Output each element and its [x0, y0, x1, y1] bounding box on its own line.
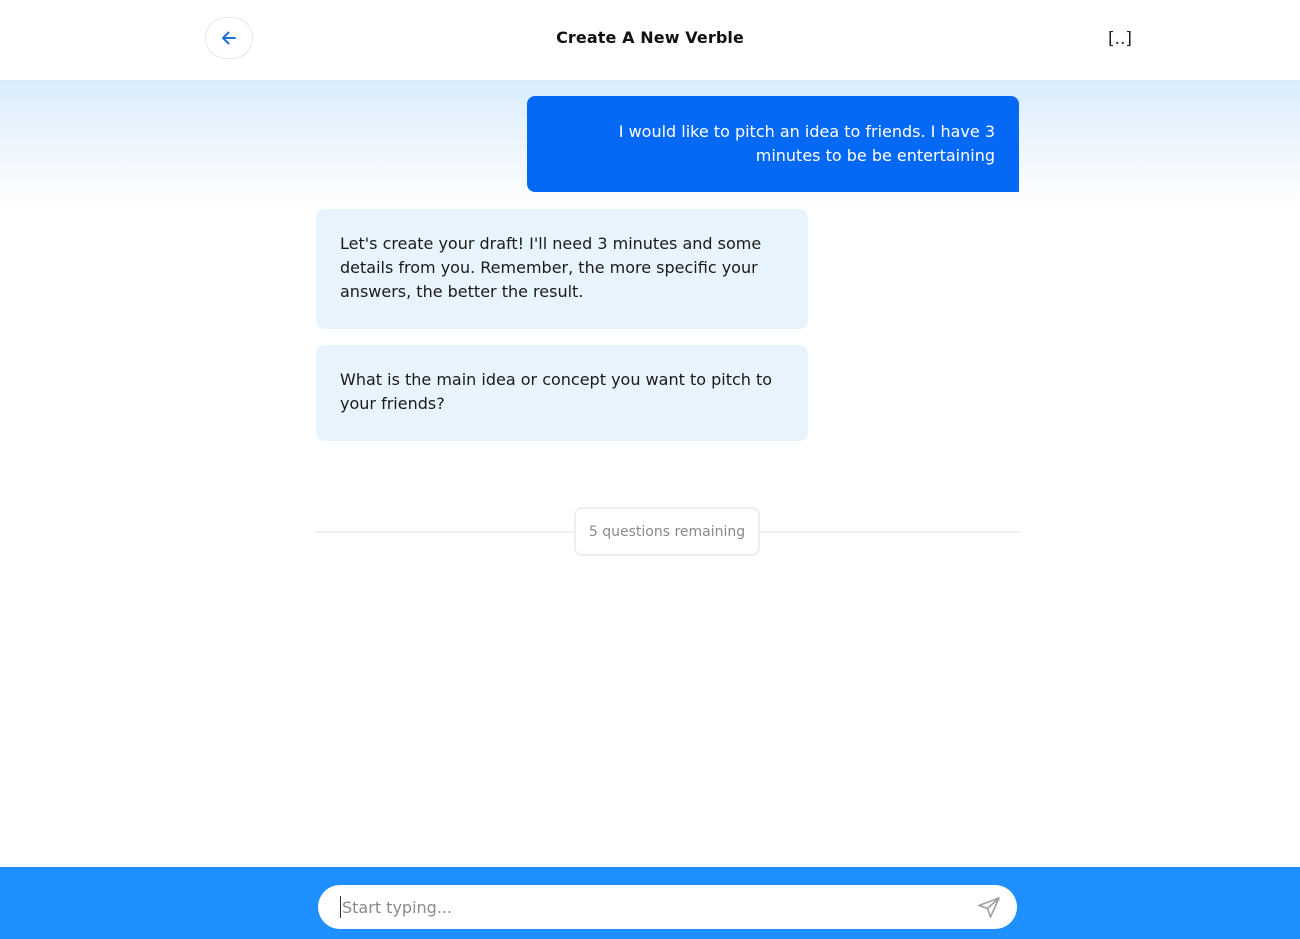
header-bar: Create A New Verble [..] — [0, 0, 1300, 80]
send-button[interactable] — [976, 895, 1002, 919]
message-input[interactable] — [340, 896, 960, 918]
composer-field — [318, 885, 1017, 929]
assistant-message: What is the main idea or concept you wan… — [316, 345, 808, 441]
questions-remaining-badge: 5 questions remaining — [574, 507, 760, 556]
chat-page: Create A New Verble [..] I would like to… — [0, 0, 1300, 939]
menu-button[interactable]: [..] — [1105, 26, 1135, 52]
user-message: I would like to pitch an idea to friends… — [527, 96, 1019, 192]
assistant-message: Let's create your draft! I'll need 3 min… — [316, 209, 808, 329]
send-icon — [978, 897, 1000, 918]
